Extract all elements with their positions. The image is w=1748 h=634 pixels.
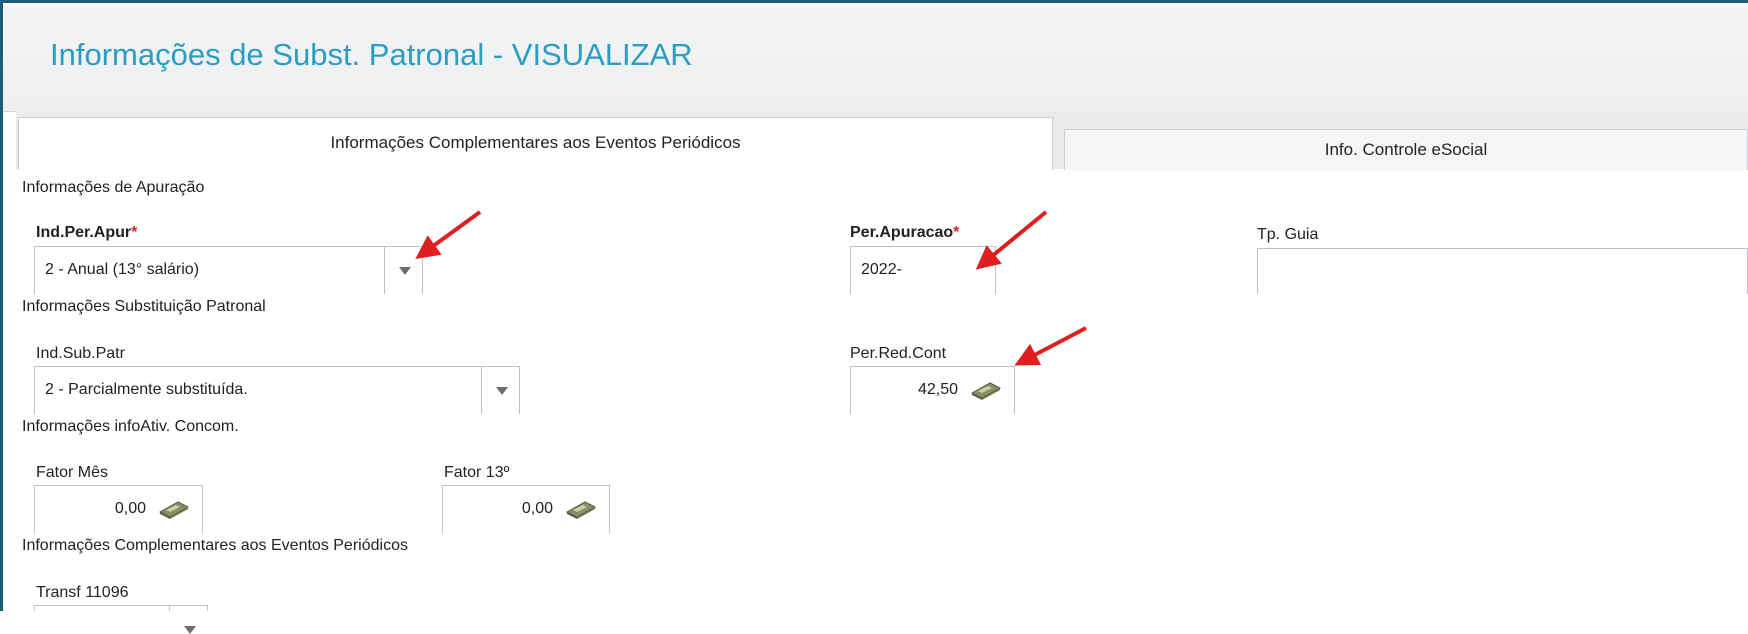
ind-sub-patr-value: 2 - Parcialmente substituída. — [45, 381, 248, 398]
transf-11096-label: Transf 11096 — [36, 584, 129, 601]
fator-mes-input[interactable]: 0,00 — [34, 485, 203, 533]
tab-informacoes-complementares[interactable]: Informações Complementares aos Eventos P… — [18, 117, 1053, 170]
page-title: Informações de Subst. Patronal - VISUALI… — [50, 37, 693, 72]
fator-13-label: Fator 13º — [444, 464, 510, 481]
ind-sub-patr-label: Ind.Sub.Patr — [36, 345, 125, 362]
ind-per-apur-value: 2 - Anual (13° salário) — [45, 261, 200, 278]
calculator-icon[interactable] — [970, 379, 1002, 401]
fator-13-value: 0,00 — [521, 500, 553, 517]
calculator-icon[interactable] — [158, 498, 190, 520]
per-apuracao-label: Per.Apuracao* — [850, 224, 960, 241]
per-red-cont-value: 42,50 — [917, 381, 958, 398]
fator-13-input[interactable]: 0,00 — [442, 485, 610, 533]
per-red-cont-label: Per.Red.Cont — [850, 345, 947, 362]
section-title-substituicao: Informações Substituição Patronal — [22, 298, 266, 315]
ind-sub-patr-select[interactable]: 2 - Parcialmente substituída. — [34, 366, 520, 414]
section-title-infoativ: Informações infoAtiv. Concom. — [22, 418, 239, 435]
per-apuracao-value: 2022- — [861, 261, 902, 278]
tp-guia-label: Tp. Guia — [1257, 226, 1319, 243]
required-marker: * — [953, 224, 960, 241]
tp-guia-input[interactable] — [1257, 248, 1748, 294]
required-marker: * — [131, 224, 138, 241]
chevron-down-icon[interactable] — [384, 247, 422, 294]
ind-per-apur-select[interactable]: 2 - Anual (13° salário) — [34, 246, 423, 294]
chevron-down-icon[interactable] — [169, 606, 207, 634]
page-header: Informações de Subst. Patronal - VISUALI… — [3, 3, 1748, 112]
chevron-down-icon[interactable] — [481, 367, 519, 414]
section-title-apuracao: Informações de Apuração — [22, 179, 205, 196]
ind-per-apur-label: Ind.Per.Apur* — [36, 224, 138, 241]
per-apuracao-input[interactable]: 2022- — [850, 246, 996, 294]
transf-11096-select[interactable] — [34, 605, 208, 634]
tab-info-controle-esocial[interactable]: Info. Controle eSocial — [1064, 129, 1748, 170]
fator-mes-value: 0,00 — [114, 500, 146, 517]
fator-mes-label: Fator Mês — [36, 464, 109, 481]
section-title-complementares: Informações Complementares aos Eventos P… — [22, 537, 408, 554]
calculator-icon[interactable] — [565, 498, 597, 520]
per-red-cont-input[interactable]: 42,50 — [850, 366, 1015, 414]
